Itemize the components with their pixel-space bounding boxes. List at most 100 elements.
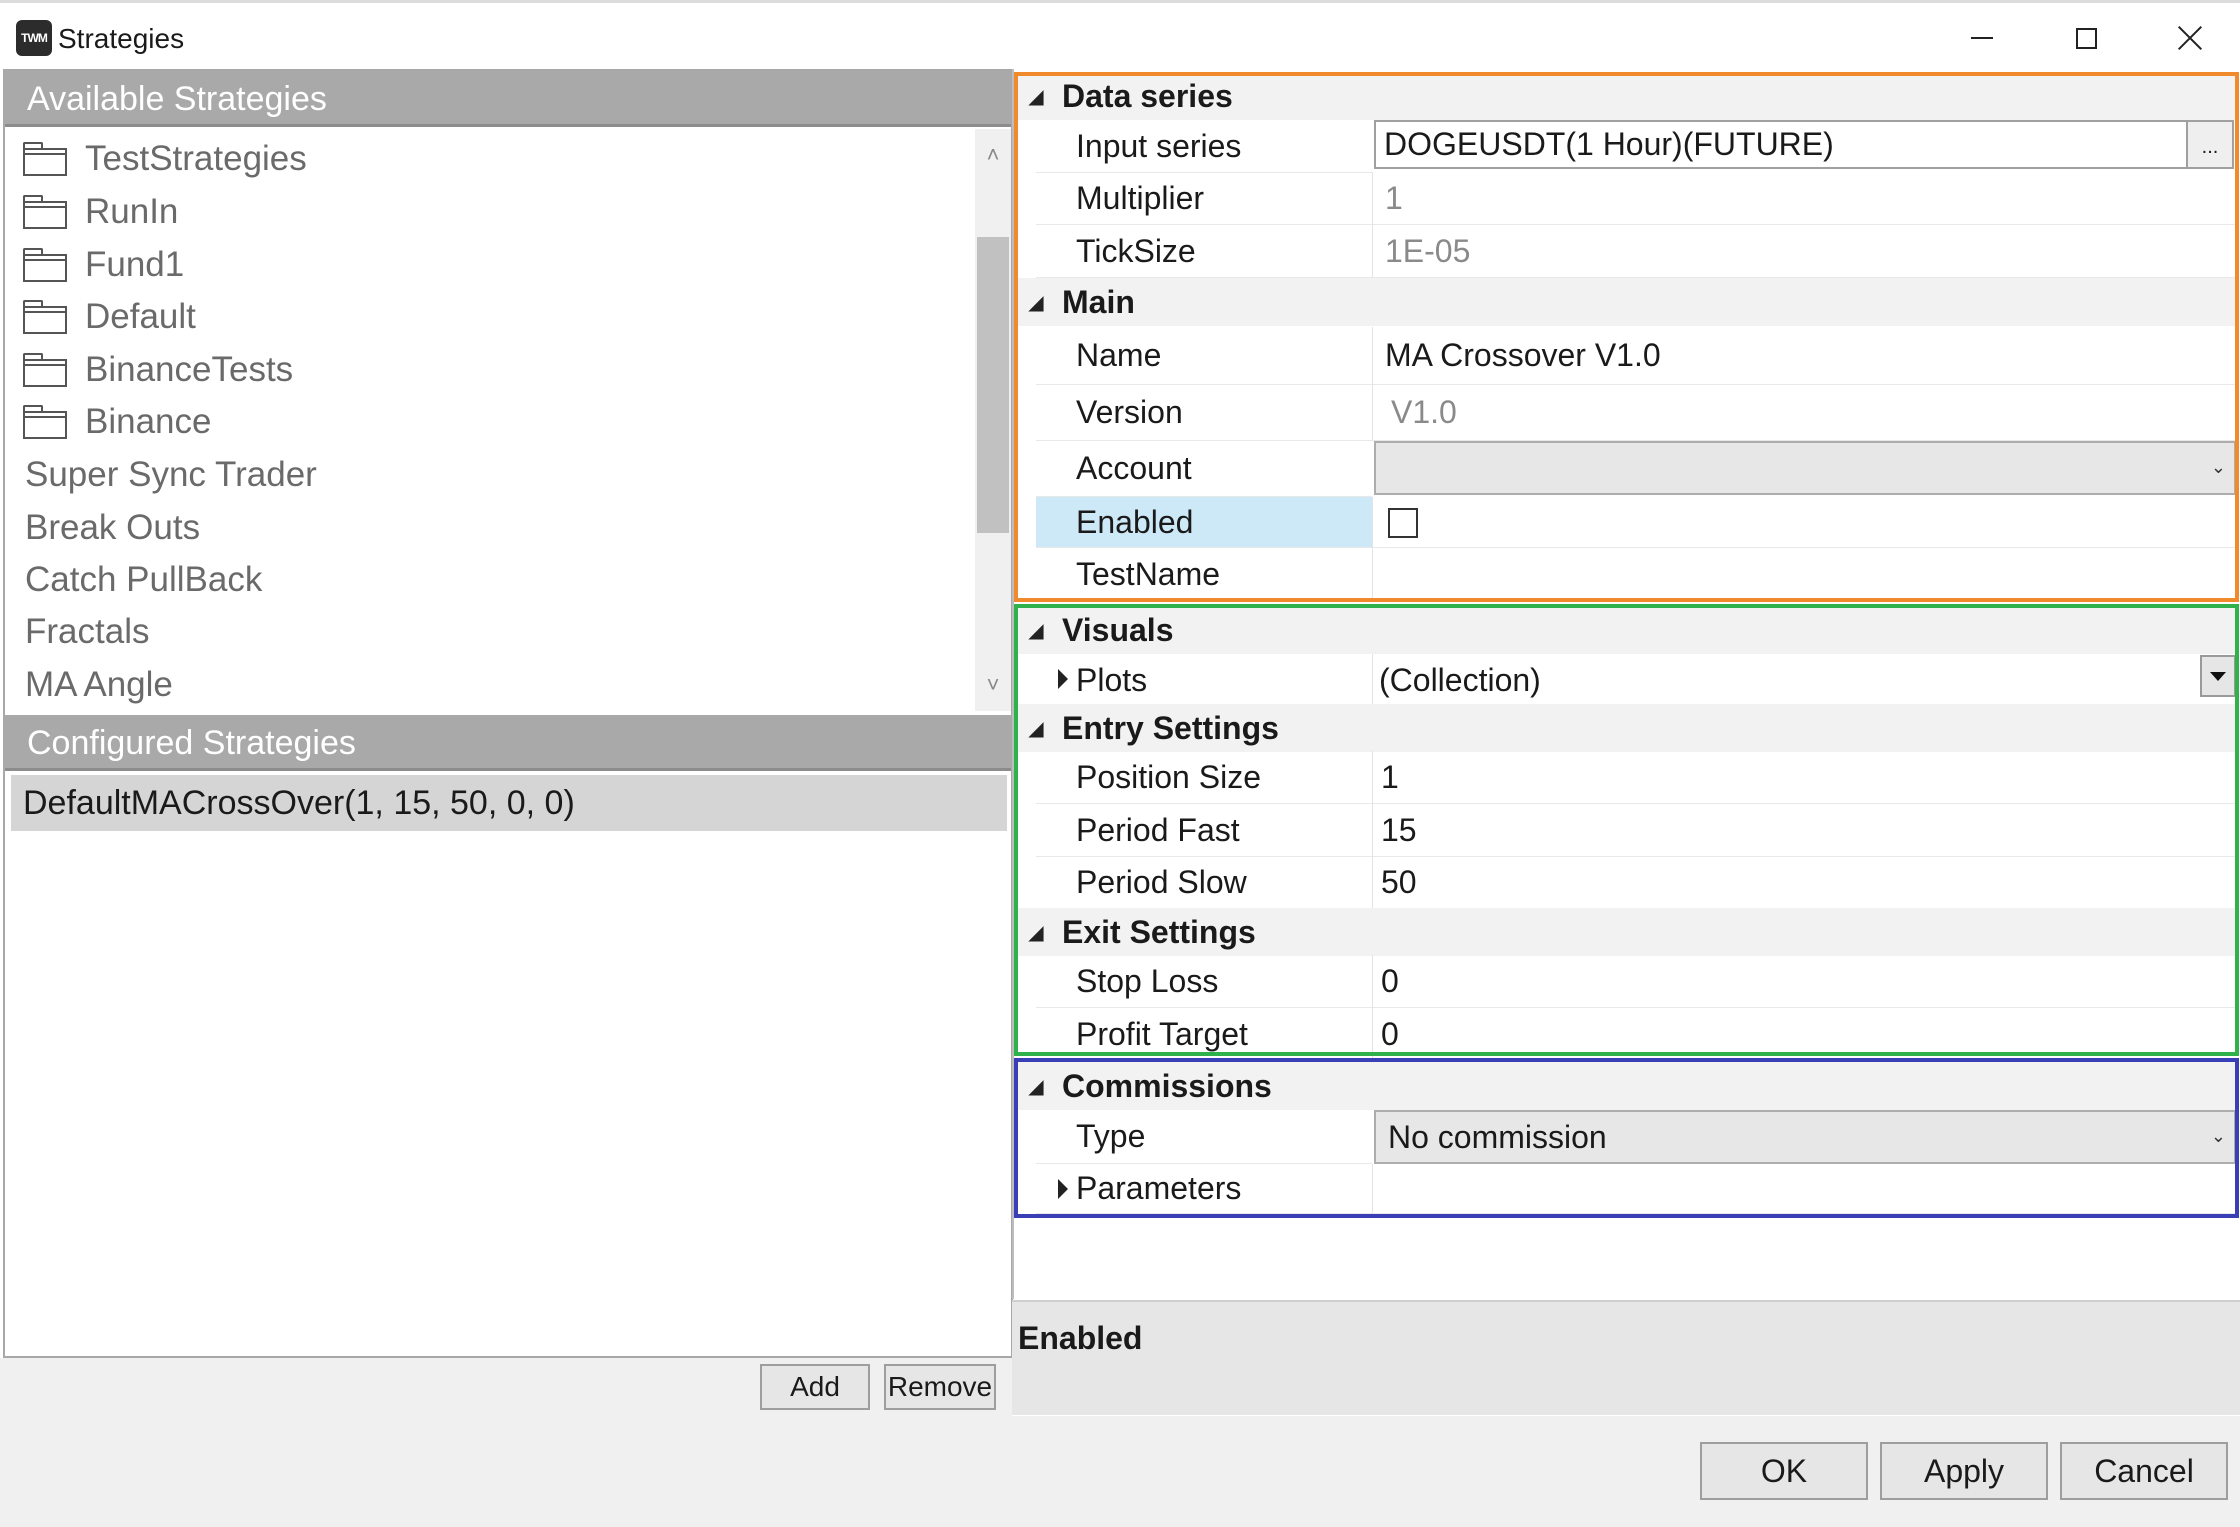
category-visuals[interactable]: ◢ Visuals <box>1016 606 2236 654</box>
prop-name[interactable]: Name MA Crossover V1.0 <box>1036 327 2236 385</box>
scroll-up-icon[interactable]: ˄ <box>975 135 1011 175</box>
folder-label: RunIn <box>85 192 179 231</box>
category-label: Visuals <box>1062 611 1174 648</box>
chevron-down-icon: ⌄ <box>2210 457 2226 477</box>
folder-item[interactable]: BinanceTests <box>5 344 975 396</box>
prop-testname[interactable]: TestName <box>1036 548 2236 601</box>
prop-label: Input series <box>1036 120 1372 173</box>
prop-version[interactable]: Version V1.0 <box>1036 385 2236 441</box>
category-label: Data series <box>1062 77 1233 114</box>
testname-field[interactable] <box>1372 548 2236 601</box>
prop-value <box>1372 497 2236 548</box>
cancel-button[interactable]: Cancel <box>2060 1442 2228 1500</box>
configured-strategy-item[interactable]: DefaultMACrossOver(1, 15, 50, 0, 0) <box>11 775 1007 831</box>
folder-item[interactable]: Default <box>5 291 975 343</box>
expand-icon[interactable] <box>1058 1179 1068 1199</box>
category-commissions[interactable]: ◢ Commissions <box>1016 1062 2236 1110</box>
property-description-panel: Enabled <box>1012 1300 2240 1415</box>
prop-label: Profit Target <box>1036 1008 1372 1061</box>
folder-item[interactable]: TestStrategies <box>5 133 975 185</box>
stop-loss-field[interactable]: 0 <box>1372 955 2236 1008</box>
folder-label: BinanceTests <box>85 350 294 389</box>
strategy-item[interactable]: Super Sync Trader <box>5 449 975 501</box>
prop-label: Account <box>1036 441 1372 497</box>
prop-value: 1 <box>1372 172 2236 225</box>
strategy-item[interactable]: Fractals <box>5 606 975 658</box>
add-button[interactable]: Add <box>760 1364 870 1410</box>
maximize-button[interactable] <box>2034 3 2138 73</box>
minimize-button[interactable] <box>1930 3 2034 73</box>
category-data-series[interactable]: ◢ Data series <box>1016 72 2236 120</box>
prop-ticksize[interactable]: TickSize 1E-05 <box>1036 225 2236 278</box>
strategy-item[interactable]: Catch PullBack <box>5 554 975 606</box>
prop-plots[interactable]: Plots (Collection) <box>1036 654 2236 707</box>
folder-label: Fund1 <box>85 245 185 284</box>
apply-button[interactable]: Apply <box>1880 1442 2048 1500</box>
collapse-icon[interactable]: ◢ <box>1016 618 1056 643</box>
prop-label: TickSize <box>1036 225 1372 278</box>
expand-icon[interactable] <box>1058 669 1068 689</box>
strategies-panel: Available Strategies TestStrategies RunI… <box>3 69 1013 1358</box>
available-strategies-list: TestStrategies RunIn Fund1 Default Binan… <box>5 129 975 711</box>
folder-icon <box>23 248 67 282</box>
category-main[interactable]: ◢ Main <box>1016 278 2236 326</box>
category-exit-settings[interactable]: ◢ Exit Settings <box>1016 908 2236 956</box>
commission-type-dropdown[interactable]: No commission ⌄ <box>1374 1110 2236 1164</box>
enabled-checkbox[interactable] <box>1388 508 1418 538</box>
ok-button[interactable]: OK <box>1700 1442 1868 1500</box>
strategy-item[interactable]: Break Outs <box>5 502 975 554</box>
folder-icon <box>23 353 67 387</box>
close-button[interactable] <box>2138 3 2240 73</box>
prop-value: 1E-05 <box>1372 225 2236 278</box>
folder-item[interactable]: RunIn <box>5 186 975 238</box>
collapse-icon[interactable]: ◢ <box>1016 84 1056 109</box>
collapse-icon[interactable]: ◢ <box>1016 920 1056 945</box>
prop-parameters[interactable]: Parameters <box>1036 1164 2236 1214</box>
prop-label: Type <box>1036 1110 1372 1164</box>
prop-enabled[interactable]: Enabled <box>1036 497 2236 548</box>
plots-label: Plots <box>1076 661 1148 698</box>
scroll-down-icon[interactable]: ˅ <box>975 665 1011 705</box>
collapse-icon[interactable]: ◢ <box>1016 290 1056 315</box>
name-field[interactable]: MA Crossover V1.0 <box>1372 327 2236 385</box>
account-dropdown[interactable]: ⌄ <box>1374 441 2236 495</box>
collapse-icon[interactable]: ◢ <box>1016 716 1056 741</box>
plots-value: (Collection) <box>1372 654 2236 707</box>
folder-item[interactable]: Fund1 <box>5 239 975 291</box>
period-slow-field[interactable]: 50 <box>1372 856 2236 909</box>
input-series-field[interactable]: DOGEUSDT(1 Hour)(FUTURE) <box>1374 120 2188 169</box>
collapse-icon[interactable]: ◢ <box>1016 1074 1056 1099</box>
prop-label: Stop Loss <box>1036 955 1372 1008</box>
prop-position-size[interactable]: Position Size 1 <box>1036 751 2236 804</box>
caret-down-icon <box>2210 671 2226 681</box>
prop-label: Parameters <box>1036 1164 1372 1214</box>
window-title: Strategies <box>58 23 185 54</box>
folder-icon <box>23 300 67 334</box>
minimize-icon <box>1971 37 1993 39</box>
prop-label: Enabled <box>1036 497 1372 548</box>
remove-button[interactable]: Remove <box>884 1364 996 1410</box>
available-strategies-header: Available Strategies <box>5 71 1011 127</box>
scrollbar-thumb[interactable] <box>977 237 1009 533</box>
input-series-browse-button[interactable]: ... <box>2188 120 2234 169</box>
strategy-item[interactable]: MA Angle <box>5 659 975 711</box>
category-label: Exit Settings <box>1062 913 1256 950</box>
folder-label: Binance <box>85 402 212 441</box>
prop-label: Period Fast <box>1036 804 1372 857</box>
chevron-down-icon: ⌄ <box>2210 1126 2226 1146</box>
prop-multiplier[interactable]: Multiplier 1 <box>1036 172 2236 225</box>
prop-period-slow[interactable]: Period Slow 50 <box>1036 856 2236 909</box>
prop-period-fast[interactable]: Period Fast 15 <box>1036 804 2236 857</box>
period-fast-field[interactable]: 15 <box>1372 804 2236 857</box>
folder-item[interactable]: Binance <box>5 396 975 448</box>
folder-icon <box>23 195 67 229</box>
prop-stop-loss[interactable]: Stop Loss 0 <box>1036 955 2236 1008</box>
available-list-scrollbar[interactable]: ˄ ˅ <box>975 129 1011 711</box>
prop-value: V1.0 <box>1372 385 2236 441</box>
prop-label: Name <box>1036 327 1372 385</box>
profit-target-field[interactable]: 0 <box>1372 1008 2236 1061</box>
plots-dropdown-button[interactable] <box>2200 655 2236 697</box>
category-entry-settings[interactable]: ◢ Entry Settings <box>1016 704 2236 752</box>
position-size-field[interactable]: 1 <box>1372 751 2236 804</box>
prop-profit-target[interactable]: Profit Target 0 <box>1036 1008 2236 1061</box>
